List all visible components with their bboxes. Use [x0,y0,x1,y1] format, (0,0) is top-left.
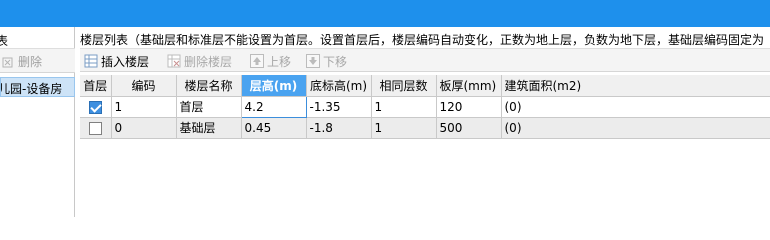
column-header-building-area[interactable]: 建筑面积(m2) [501,75,770,97]
header-row: 首层 编码 楼层名称 层高(m) 底标高(m) 相同层数 板厚(mm) 建筑面积… [80,75,770,97]
delete-floor-label: 删除楼层 [184,54,233,69]
bottom-elevation-cell[interactable]: -1.8 [306,117,372,139]
table-row[interactable]: 0 基础层 0.45 -1.8 1 500 (0) [80,117,770,139]
move-up-button[interactable]: 上移 [250,51,291,71]
column-header-same-floors[interactable]: 相同层数 [371,75,437,97]
left-toolbar: 删除 [0,48,75,73]
first-floor-checkbox[interactable] [88,100,102,114]
insert-floor-icon [84,54,98,68]
arrow-down-icon [306,54,320,68]
column-header-floor-name[interactable]: 楼层名称 [176,75,242,97]
delete-label: 删除 [18,55,43,69]
arrow-up-icon [250,54,264,68]
building-area-cell[interactable]: (0) [501,96,770,118]
column-header-code[interactable]: 编码 [111,75,177,97]
floor-name-cell[interactable]: 基础层 [176,117,242,139]
window-titlebar [0,0,770,27]
bottom-elevation-cell[interactable]: -1.35 [306,96,372,118]
panel-title: 表 [0,34,9,48]
building-area-cell[interactable]: (0) [501,117,770,139]
slab-thickness-cell[interactable]: 500 [436,117,502,139]
tree-item-label: 儿园-设备房 [0,82,63,96]
building-tree-panel: 表 删除 儿园-设备房 [0,27,75,217]
move-up-label: 上移 [267,54,292,69]
column-header-first-floor[interactable]: 首层 [80,75,112,97]
column-header-height[interactable]: 层高(m) [241,75,307,97]
first-floor-cell[interactable] [80,117,112,139]
table-row[interactable]: 1 首层 4.2 -1.35 1 120 (0) [80,95,770,118]
floor-list-title: 楼层列表（基础层和标准层不能设置为首层。设置首层后，楼层编码自动变化，正数为地上… [80,33,770,47]
delete-floor-icon [167,54,181,68]
delete-icon [1,55,15,69]
insert-floor-label: 插入楼层 [101,54,150,69]
code-cell[interactable]: 0 [111,117,177,139]
floor-toolbar: 插入楼层 删除楼层 上移 下移 [80,48,770,72]
delete-button[interactable]: 删除 [1,53,42,70]
first-floor-cell[interactable] [80,96,112,118]
same-floors-cell[interactable]: 1 [371,117,437,139]
floor-table: 首层 编码 楼层名称 层高(m) 底标高(m) 相同层数 板厚(mm) 建筑面积… [80,75,770,139]
column-header-bottom-elevation[interactable]: 底标高(m) [306,75,372,97]
height-input[interactable]: 4.2 [240,95,307,118]
move-down-button[interactable]: 下移 [306,51,347,71]
first-floor-checkbox[interactable] [88,121,102,135]
column-header-slab-thickness[interactable]: 板厚(mm) [436,75,502,97]
same-floors-cell[interactable]: 1 [371,96,437,118]
delete-floor-button[interactable]: 删除楼层 [167,51,232,71]
move-down-label: 下移 [323,54,348,69]
tree-item-selected[interactable]: 儿园-设备房 [0,77,75,97]
height-cell[interactable]: 0.45 [241,117,307,139]
code-cell[interactable]: 1 [111,96,177,118]
slab-thickness-cell[interactable]: 120 [436,96,502,118]
floor-name-cell[interactable]: 首层 [176,96,242,118]
insert-floor-button[interactable]: 插入楼层 [84,51,149,71]
